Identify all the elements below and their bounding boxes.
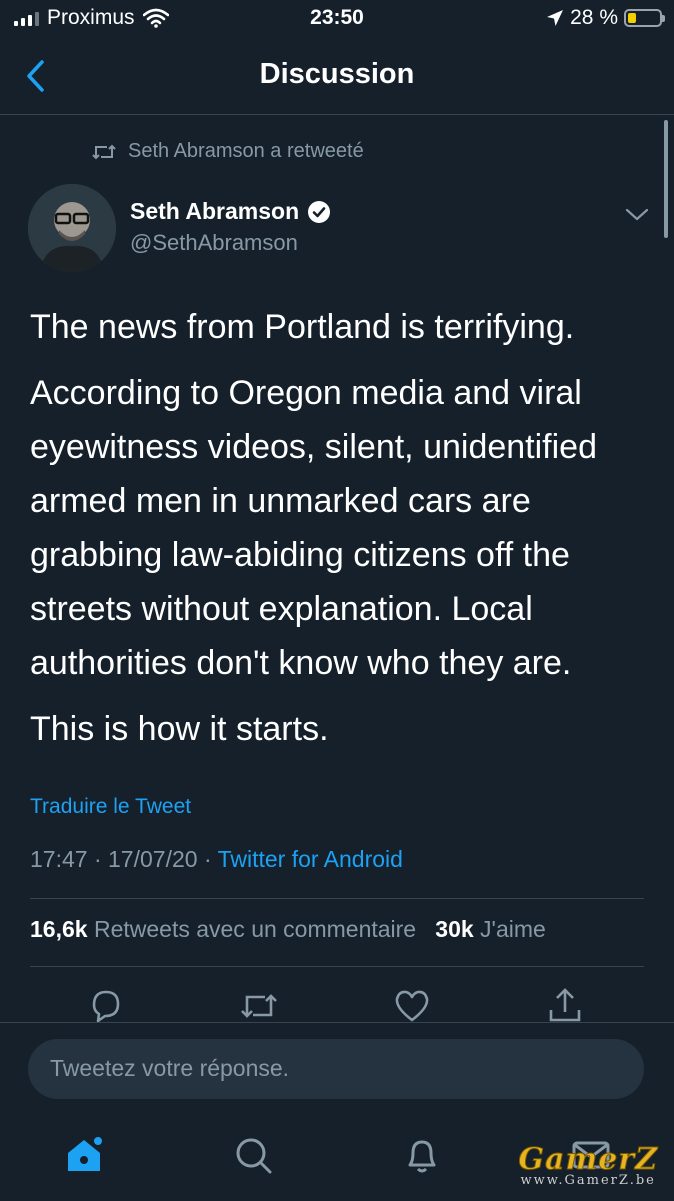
author-name[interactable]: Seth Abramson bbox=[130, 198, 299, 225]
share-icon[interactable] bbox=[545, 986, 585, 1026]
watermark: GamerZ www.GamerZ.be bbox=[518, 1142, 658, 1189]
like-icon[interactable] bbox=[392, 986, 432, 1026]
nav-bar: Discussion bbox=[0, 40, 674, 115]
likes-count[interactable]: 30k bbox=[435, 916, 473, 942]
verified-badge-icon bbox=[308, 200, 331, 223]
location-arrow-icon bbox=[547, 10, 564, 26]
tweet-paragraph: According to Oregon media and viral eyew… bbox=[30, 374, 597, 682]
likes-label[interactable]: J'aime bbox=[480, 916, 546, 942]
tweet-time: 17:47 bbox=[30, 846, 88, 872]
battery-level bbox=[628, 13, 636, 23]
retweet-context: Seth Abramson a retweeté bbox=[92, 140, 364, 163]
reply-icon[interactable] bbox=[86, 986, 126, 1026]
battery-icon bbox=[624, 9, 665, 27]
meta-separator: · bbox=[93, 846, 102, 872]
tweet-date: 17/07/20 bbox=[108, 846, 198, 872]
tweet-stats: 16,6k Retweets avec un commentaire 30k J… bbox=[30, 916, 546, 943]
divider bbox=[30, 898, 644, 899]
tweet-source-link[interactable]: Twitter for Android bbox=[218, 846, 403, 872]
home-icon[interactable] bbox=[62, 1133, 106, 1177]
reply-input[interactable]: Tweetez votre réponse. bbox=[28, 1039, 644, 1099]
battery-percent: 28 % bbox=[570, 6, 618, 29]
watermark-logo: GamerZ bbox=[518, 1142, 658, 1178]
retweet-icon[interactable] bbox=[239, 986, 279, 1026]
reply-placeholder: Tweetez votre réponse. bbox=[50, 1055, 290, 1081]
author-handle[interactable]: @SethAbramson bbox=[130, 230, 298, 256]
tweet-actions bbox=[0, 986, 674, 1026]
search-icon[interactable] bbox=[231, 1133, 275, 1177]
retweets-count[interactable]: 16,6k bbox=[30, 916, 88, 942]
tweet-paragraph: The news from Portland is terrifying. bbox=[30, 308, 575, 346]
status-right: 28 % bbox=[546, 6, 665, 30]
meta-separator: · bbox=[203, 846, 212, 872]
watermark-url: www.GamerZ.be bbox=[520, 1173, 656, 1188]
divider bbox=[30, 966, 644, 967]
scrollbar[interactable] bbox=[664, 120, 668, 238]
retweet-icon bbox=[92, 144, 116, 159]
tweet-paragraph: This is how it starts. bbox=[30, 710, 329, 748]
retweet-label: Seth Abramson a retweeté bbox=[128, 140, 364, 162]
notifications-icon[interactable] bbox=[400, 1133, 444, 1177]
chevron-down-icon[interactable] bbox=[622, 200, 652, 228]
translate-tweet-link[interactable]: Traduire le Tweet bbox=[30, 795, 191, 819]
page-title: Discussion bbox=[259, 58, 415, 90]
author-name-row[interactable]: Seth Abramson bbox=[130, 198, 331, 225]
avatar[interactable] bbox=[28, 184, 116, 272]
tweet-meta: 17:47 · 17/07/20 · Twitter for Android bbox=[30, 846, 403, 873]
tweet-text: The news from Portland is terrifying. Ac… bbox=[30, 300, 650, 768]
retweets-label[interactable]: Retweets avec un commentaire bbox=[94, 916, 416, 942]
status-bar: Proximus 23:50 28 % bbox=[0, 0, 674, 40]
